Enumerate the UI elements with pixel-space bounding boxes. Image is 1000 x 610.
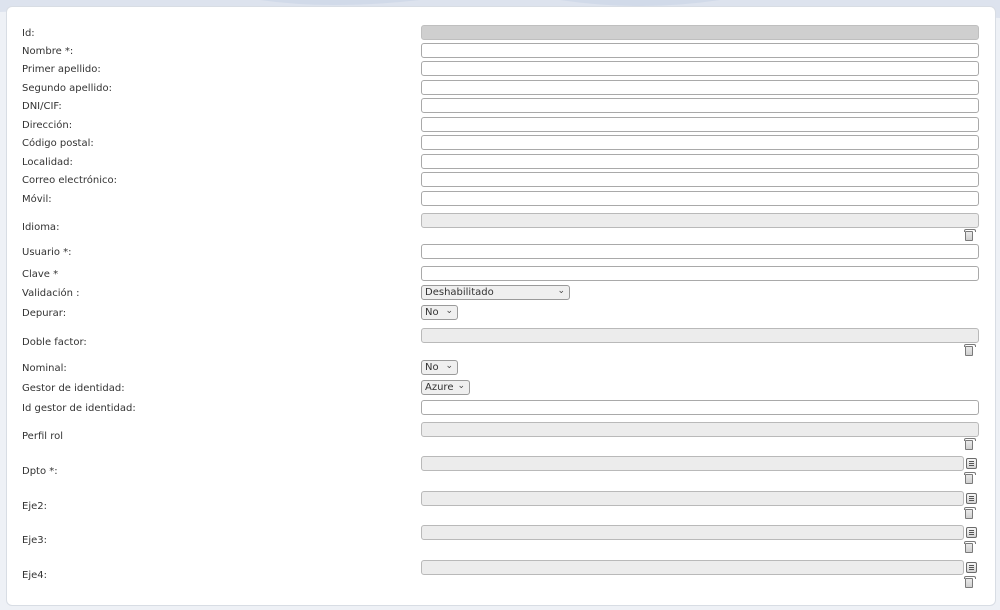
perfil-rol-field[interactable]	[421, 422, 979, 437]
label-eje2: Eje2:	[22, 501, 47, 512]
label-usuario: Usuario *:	[22, 247, 72, 258]
list-icon[interactable]	[966, 527, 977, 538]
depurar-select-value: No	[425, 307, 439, 318]
chevron-down-icon: ⌄	[557, 286, 565, 296]
list-icon[interactable]	[966, 458, 977, 469]
list-icon[interactable]	[966, 493, 977, 504]
chevron-down-icon: ⌄	[445, 306, 453, 316]
label-codigo-postal: Código postal:	[22, 138, 94, 149]
label-segundo-apellido: Segundo apellido:	[22, 83, 112, 94]
label-eje4: Eje4:	[22, 570, 47, 581]
label-clave: Clave *	[22, 269, 59, 280]
gestor-identidad-select-value: Azure	[425, 382, 454, 393]
primer-apellido-field[interactable]	[421, 61, 979, 76]
usuario-field[interactable]	[421, 244, 979, 259]
nombre-field[interactable]	[421, 43, 979, 58]
clave-field[interactable]	[421, 266, 979, 281]
label-movil: Móvil:	[22, 194, 52, 205]
segundo-apellido-field[interactable]	[421, 80, 979, 95]
label-id-gestor-identidad: Id gestor de identidad:	[22, 403, 136, 414]
label-depurar: Depurar:	[22, 308, 67, 319]
eje3-field[interactable]	[421, 525, 964, 540]
localidad-field[interactable]	[421, 154, 979, 169]
label-id: Id:	[22, 28, 35, 39]
chevron-down-icon: ⌄	[457, 381, 465, 391]
nominal-select[interactable]: No ⌄	[421, 360, 458, 375]
id-field	[421, 25, 979, 40]
label-dni-cif: DNI/CIF:	[22, 101, 62, 112]
trash-icon[interactable]	[964, 229, 976, 241]
trash-icon[interactable]	[964, 472, 976, 484]
chevron-down-icon: ⌄	[445, 361, 453, 371]
idioma-field[interactable]	[421, 213, 979, 228]
movil-field[interactable]	[421, 191, 979, 206]
validacion-select[interactable]: Deshabilitado ⌄	[421, 285, 570, 300]
trash-icon[interactable]	[964, 541, 976, 553]
label-idioma: Idioma:	[22, 222, 60, 233]
correo-field[interactable]	[421, 172, 979, 187]
nominal-select-value: No	[425, 362, 439, 373]
id-gestor-identidad-field[interactable]	[421, 400, 979, 415]
label-validacion: Validación :	[22, 288, 80, 299]
label-eje3: Eje3:	[22, 535, 47, 546]
label-doble-factor: Doble factor:	[22, 337, 87, 348]
dpto-field[interactable]	[421, 456, 964, 471]
list-icon[interactable]	[966, 562, 977, 573]
direccion-field[interactable]	[421, 117, 979, 132]
label-perfil-rol: Perfil rol	[22, 431, 63, 442]
label-nominal: Nominal:	[22, 363, 67, 374]
trash-icon[interactable]	[964, 344, 976, 356]
label-dpto: Dpto *:	[22, 466, 58, 477]
codigo-postal-field[interactable]	[421, 135, 979, 150]
validacion-select-value: Deshabilitado	[425, 287, 494, 298]
form-panel: Id: Nombre *: Primer apellido: Segundo a…	[6, 6, 996, 606]
eje2-field[interactable]	[421, 491, 964, 506]
dni-cif-field[interactable]	[421, 98, 979, 113]
trash-icon[interactable]	[964, 507, 976, 519]
label-direccion: Dirección:	[22, 120, 73, 131]
label-primer-apellido: Primer apellido:	[22, 64, 101, 75]
label-correo: Correo electrónico:	[22, 175, 117, 186]
label-gestor-identidad: Gestor de identidad:	[22, 383, 125, 394]
trash-icon[interactable]	[964, 438, 976, 450]
depurar-select[interactable]: No ⌄	[421, 305, 458, 320]
label-nombre: Nombre *:	[22, 46, 74, 57]
label-localidad: Localidad:	[22, 157, 73, 168]
trash-icon[interactable]	[964, 576, 976, 588]
doble-factor-field[interactable]	[421, 328, 979, 343]
eje4-field[interactable]	[421, 560, 964, 575]
gestor-identidad-select[interactable]: Azure ⌄	[421, 380, 470, 395]
